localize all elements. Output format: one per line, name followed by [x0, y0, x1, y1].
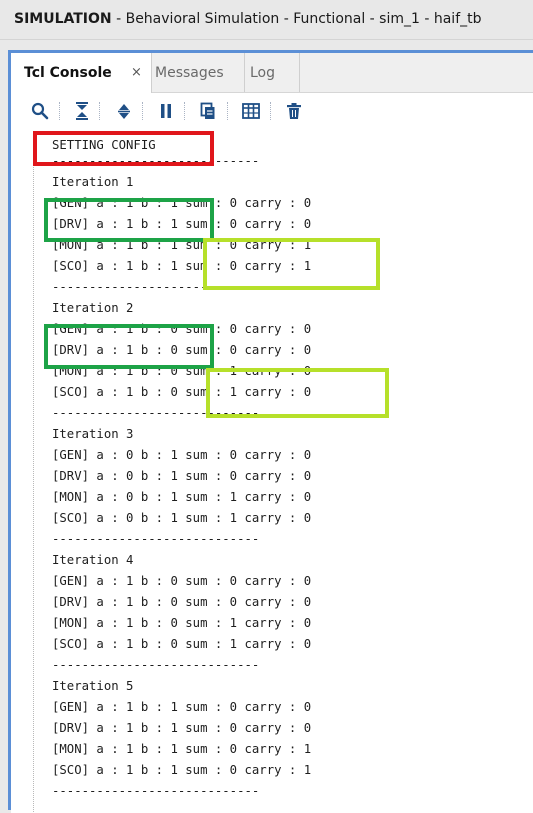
iteration-heading: Iteration 3 — [52, 427, 134, 441]
iteration-heading: Iteration 1 — [52, 175, 134, 189]
console-line: [DRV] a : 1 b : 1 sum : 0 carry : 0 — [52, 721, 312, 735]
tab-label: Messages — [155, 65, 224, 81]
console-line: [DRV] a : 0 b : 1 sum : 0 carry : 0 — [52, 469, 312, 483]
highlight-box-green — [44, 324, 214, 369]
delete-icon[interactable] — [284, 101, 304, 121]
iteration-heading: Iteration 4 — [52, 553, 134, 567]
console-line: [SCO] a : 1 b : 1 sum : 0 carry : 1 — [52, 763, 312, 777]
tab-messages[interactable]: Messages — [152, 53, 245, 92]
separator-line: ---------------------------- — [52, 784, 260, 798]
toolbar-separator — [142, 102, 143, 120]
toolbar-separator — [184, 102, 185, 120]
tab-log[interactable]: Log — [245, 53, 300, 92]
console-line: [MON] a : 0 b : 1 sum : 1 carry : 0 — [52, 490, 312, 504]
console-line: [GEN] a : 1 b : 0 sum : 0 carry : 0 — [52, 574, 312, 588]
tab-label: Log — [250, 65, 276, 81]
separator-line: ---------------------------- — [52, 658, 260, 672]
collapse-all-icon[interactable] — [72, 101, 92, 121]
iteration-heading: Iteration 5 — [52, 679, 134, 693]
toolbar-separator — [59, 102, 60, 120]
console-line: [DRV] a : 1 b : 0 sum : 0 carry : 0 — [52, 595, 312, 609]
tab-tcl-console[interactable]: Tcl Console × — [11, 53, 152, 93]
console-line: [SCO] a : 1 b : 0 sum : 1 carry : 0 — [52, 637, 312, 651]
separator-line: ---------------------------- — [52, 532, 260, 546]
toolbar-separator — [99, 102, 100, 120]
console-toolbar — [11, 93, 533, 130]
toolbar-separator — [270, 102, 271, 120]
expand-all-icon[interactable] — [114, 101, 134, 121]
pause-icon[interactable] — [156, 101, 176, 121]
tab-bar: Tcl Console × Messages Log — [11, 53, 533, 93]
iteration-heading: Iteration 2 — [52, 301, 134, 315]
copy-icon[interactable] — [198, 101, 218, 121]
title-bar: SIMULATION - Behavioral Simulation - Fun… — [0, 0, 533, 40]
tcl-console-panel: Tcl Console × Messages Log SETTING CONFI… — [8, 50, 533, 813]
indent-guide — [33, 132, 34, 812]
title-details: - Behavioral Simulation - Functional - s… — [111, 11, 482, 27]
console-line: [GEN] a : 0 b : 1 sum : 0 carry : 0 — [52, 448, 312, 462]
console-line: [GEN] a : 1 b : 1 sum : 0 carry : 0 — [52, 700, 312, 714]
highlight-box-lime — [206, 368, 389, 418]
console-line: [MON] a : 1 b : 1 sum : 0 carry : 1 — [52, 742, 312, 756]
highlight-box-green — [44, 198, 214, 242]
title-mode: SIMULATION — [14, 11, 112, 27]
tab-label: Tcl Console — [24, 65, 112, 81]
console-output[interactable]: SETTING CONFIG --------------------------… — [11, 130, 533, 813]
highlight-box-lime — [203, 238, 380, 290]
console-line: [MON] a : 1 b : 0 sum : 1 carry : 0 — [52, 616, 312, 630]
search-icon[interactable] — [30, 101, 50, 121]
close-icon[interactable]: × — [131, 53, 142, 93]
highlight-box-red — [33, 131, 214, 166]
toolbar-separator — [227, 102, 228, 120]
table-icon[interactable] — [241, 101, 261, 121]
window-title: SIMULATION - Behavioral Simulation - Fun… — [14, 11, 482, 27]
console-line: [SCO] a : 0 b : 1 sum : 1 carry : 0 — [52, 511, 312, 525]
